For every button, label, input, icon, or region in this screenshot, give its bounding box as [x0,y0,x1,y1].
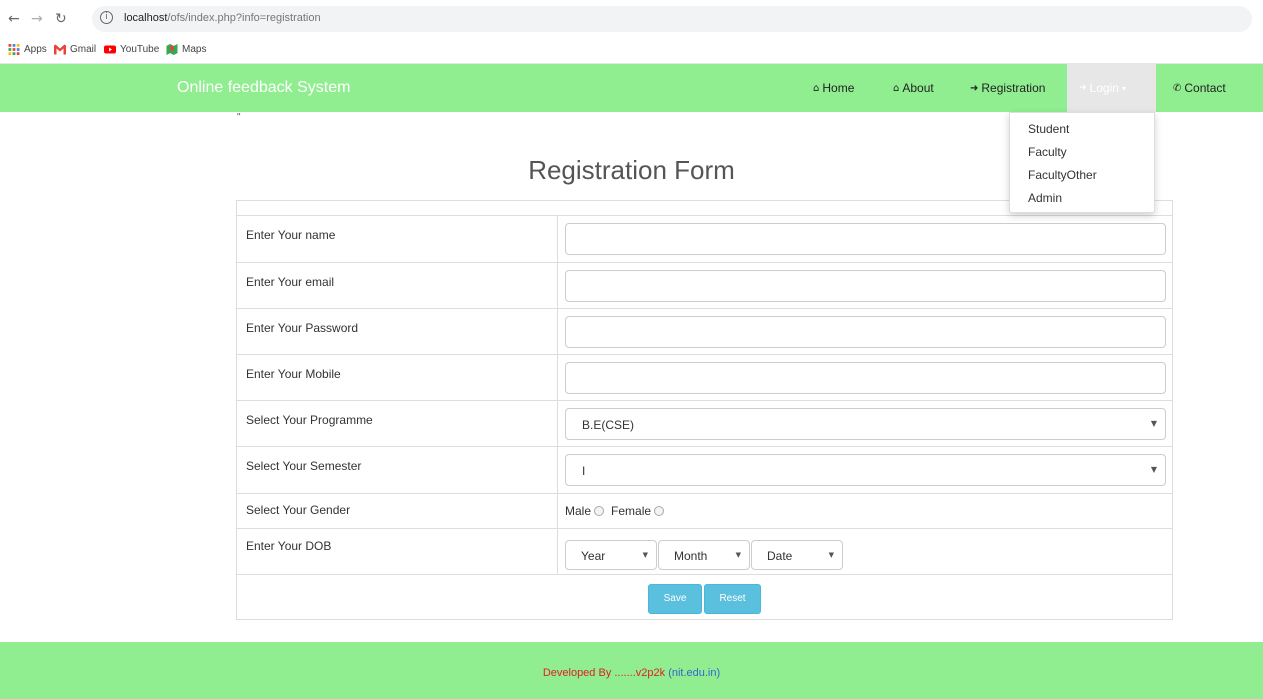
top-navbar: Online feedback System ⌂ Home ⌂ About ➜ … [0,64,1263,112]
programme-value: B.E(CSE) [582,418,635,432]
gender-female-radio[interactable] [654,506,665,516]
dob-year-select[interactable]: Year ▼ [565,540,657,570]
gender-male-radio[interactable] [594,506,605,516]
mobile-label: Enter Your Mobile [246,367,341,381]
password-label: Enter Your Password [246,321,359,335]
footer-link[interactable]: (nit.edu.in) [668,667,720,679]
bookmark-label: Maps [182,44,207,55]
name-input[interactable] [565,223,1166,255]
brand-title[interactable]: Online feedback System [177,79,350,97]
nav-registration-label: Registration [981,81,1046,95]
dob-year-value: Year [581,549,606,563]
bookmark-gmail[interactable]: Gmail [54,44,96,55]
chevron-down-icon: ▼ [1150,419,1157,428]
registration-form-table: Enter Your name Enter Your email Enter Y… [236,200,1173,620]
nav-home-label: Home [822,81,855,95]
home-icon: ⌂ [813,82,820,94]
name-label: Enter Your name [246,228,336,242]
nav-contact[interactable]: ✆ Contact [1173,81,1226,95]
table-row: Enter Your email [237,262,1172,308]
mobile-input[interactable] [565,362,1166,394]
dob-date-select[interactable]: Date ▼ [751,540,843,570]
gender-radio-group: Male Female [565,504,668,518]
chevron-down-icon: ▼ [828,551,834,559]
youtube-icon [104,45,116,54]
nav-login-label: Login [1089,81,1119,95]
gmail-icon [54,44,66,55]
dropdown-item-faculty[interactable]: Faculty [1028,145,1067,159]
chevron-down-icon: ▼ [1150,465,1157,474]
nav-registration[interactable]: ➜ Registration [970,81,1045,95]
nav-about-label: About [902,81,934,95]
apps-grid-icon [8,44,20,55]
table-row: Select Your Semester I ▼ [237,446,1172,493]
table-row: Enter Your DOB Year ▼ Month ▼ Date ▼ [237,528,1172,574]
gender-label: Select Your Gender [246,503,351,517]
forward-arrow-icon[interactable]: → [31,11,43,27]
table-row: Save Reset [237,574,1172,620]
sign-out-icon: ➜ [970,82,979,94]
bookmark-label: YouTube [120,44,160,55]
bookmark-label: Gmail [70,44,97,55]
footer-credit: Developed By .......v2p2k (nit.edu.in) [0,667,1263,679]
email-label: Enter Your email [246,275,335,289]
semester-value: I [582,464,586,478]
table-row: Select Your Gender Male Female [237,493,1172,528]
dob-date-value: Date [767,549,793,563]
nav-login[interactable]: ➜ Login ▾ [1067,64,1156,112]
back-arrow-icon[interactable]: ← [8,11,20,27]
dob-label: Enter Your DOB [246,539,332,553]
sign-in-icon: ➜ [1079,83,1087,93]
reset-button[interactable]: Reset [704,584,761,614]
dob-month-value: Month [674,549,708,563]
table-row: Enter Your Password [237,308,1172,354]
programme-select[interactable]: B.E(CSE) ▼ [565,408,1166,440]
dropdown-item-facultyother[interactable]: FacultyOther [1028,168,1097,182]
table-row: Enter Your name [237,215,1172,262]
table-row: Select Your Programme B.E(CSE) ▼ [237,400,1172,446]
address-bar[interactable]: i localhost/ofs/index.php?info=registrat… [92,6,1252,32]
semester-label: Select Your Semester [246,459,362,473]
bookmarks-bar: Apps Gmail YouTube Maps [0,38,1263,64]
browser-toolbar: ← → ↻ i localhost/ofs/index.php?info=reg… [0,0,1263,38]
chevron-down-icon: ▼ [642,551,648,559]
nav-contact-label: Contact [1184,81,1226,95]
gender-female-label: Female [611,504,652,518]
caret-down-icon: ▾ [1121,83,1126,93]
dropdown-item-student[interactable]: Student [1028,122,1069,136]
bookmark-label: Apps [24,44,47,55]
bookmark-youtube[interactable]: YouTube [104,44,159,55]
footer-developed-by: Developed By .......v2p2k [542,667,666,679]
maps-icon [166,44,178,55]
address-url: localhost/ofs/index.php?info=registratio… [124,12,321,24]
programme-label: Select Your Programme [246,413,373,427]
dropdown-item-admin[interactable]: Admin [1028,191,1062,205]
stray-quote-mark: " [237,112,241,123]
semester-select[interactable]: I ▼ [565,454,1166,486]
email-input[interactable] [565,270,1166,302]
nav-about[interactable]: ⌂ About [893,81,934,95]
info-icon[interactable]: i [100,11,113,24]
nav-home[interactable]: ⌂ Home [813,81,854,95]
home-icon: ⌂ [893,82,900,94]
password-input[interactable] [565,316,1166,348]
gender-male-label: Male [565,504,592,518]
reload-icon[interactable]: ↻ [55,11,67,27]
dob-month-select[interactable]: Month ▼ [658,540,750,570]
phone-icon: ✆ [1173,82,1182,94]
bookmark-maps[interactable]: Maps [166,44,206,55]
bookmark-apps[interactable]: Apps [8,44,47,55]
save-button[interactable]: Save [648,584,702,614]
footer: Developed By .......v2p2k (nit.edu.in) [0,642,1263,699]
login-dropdown-menu: Student Faculty FacultyOther Admin [1009,112,1155,213]
table-row: Enter Your Mobile [237,354,1172,400]
chevron-down-icon: ▼ [735,551,741,559]
